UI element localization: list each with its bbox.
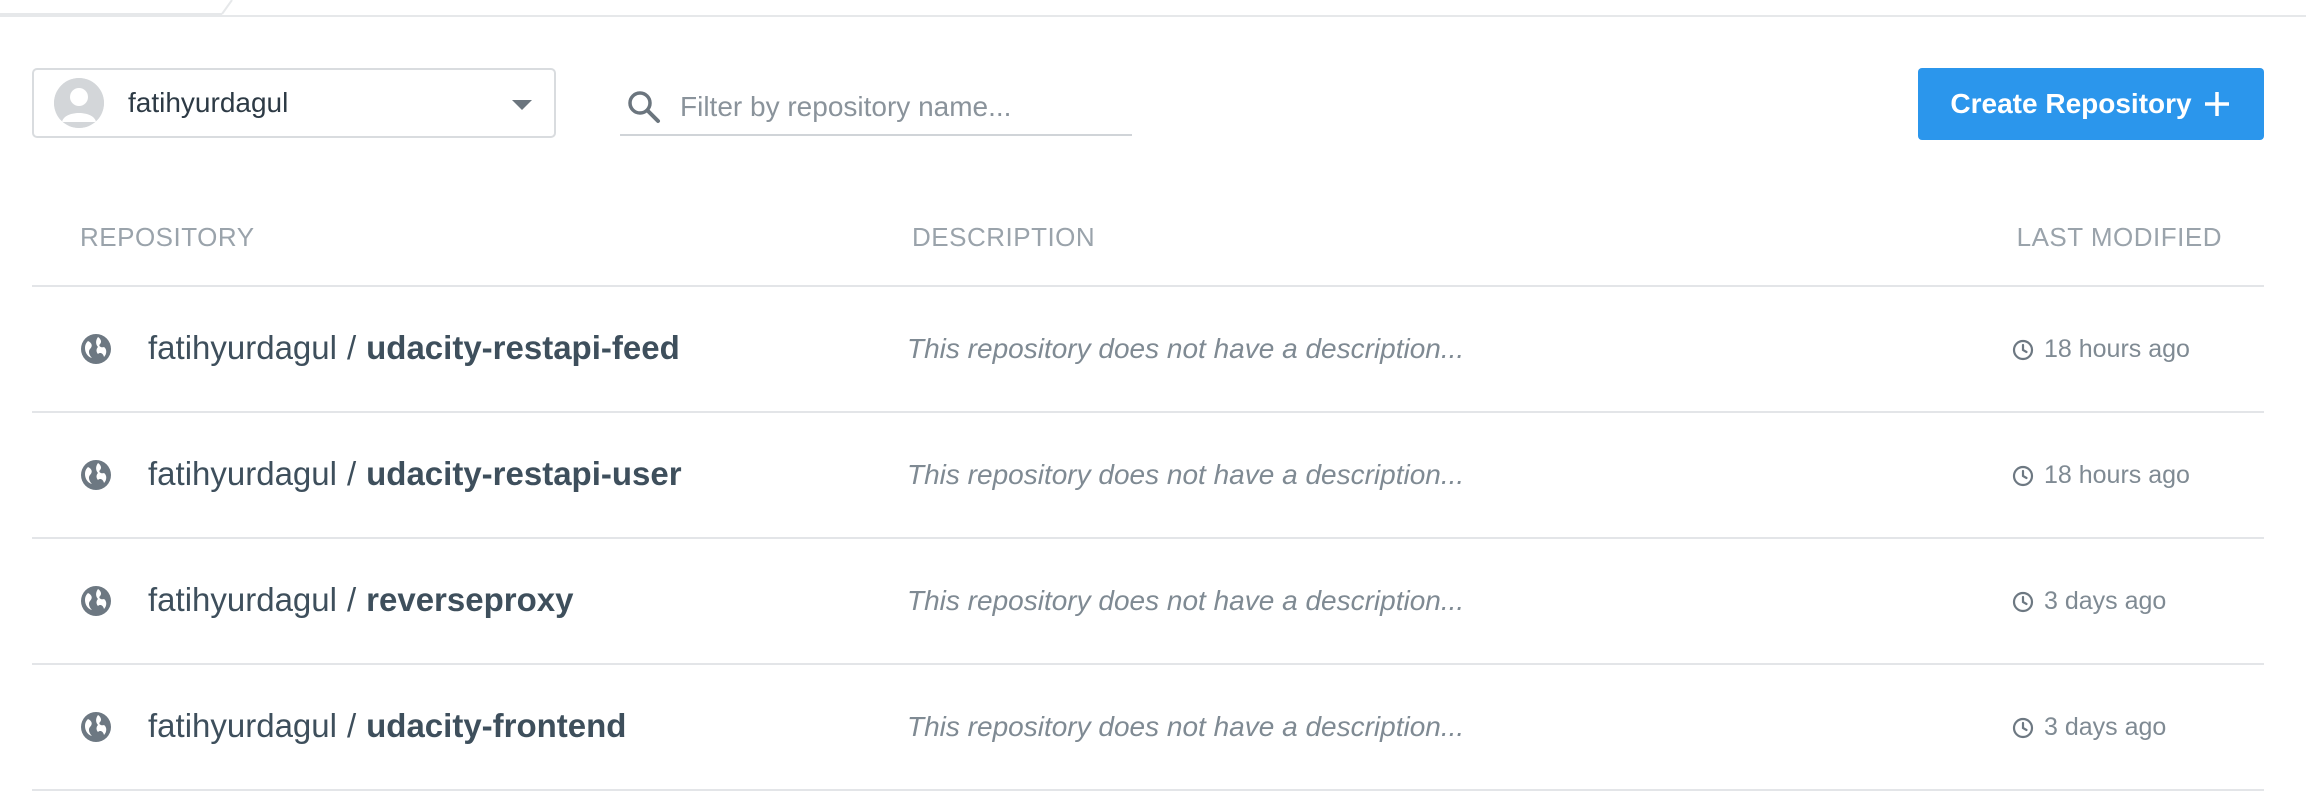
- create-repository-label: Create Repository: [1950, 88, 2192, 119]
- globe-icon: [81, 586, 111, 616]
- plus-icon: [2204, 92, 2229, 116]
- create-repository-button[interactable]: Create Repository: [1918, 68, 2264, 140]
- repository-description: This repository does not have a descript…: [907, 585, 1465, 616]
- repository-table: REPOSITORY DESCRIPTION LAST MODIFIED fat…: [32, 200, 2264, 791]
- globe-icon: [81, 334, 111, 364]
- clock-icon: [2012, 591, 2034, 612]
- clock-icon: [2012, 717, 2034, 738]
- repository-description: This repository does not have a descript…: [907, 711, 1465, 742]
- table-row[interactable]: fatihyurdagul / reverseproxy This reposito…: [32, 539, 2264, 665]
- repository-name-link[interactable]: fatihyurdagul / udacity-restapi-user: [148, 455, 682, 493]
- column-header-last-modified[interactable]: LAST MODIFIED: [2017, 222, 2222, 253]
- path-separator: /: [346, 455, 357, 492]
- repository-filter: [620, 80, 1132, 136]
- table-row[interactable]: fatihyurdagul / udacity-restapi-feed This …: [32, 287, 2264, 413]
- repository-description: This repository does not have a descript…: [907, 459, 1465, 490]
- repository-name-link[interactable]: fatihyurdagul / udacity-restapi-feed: [148, 329, 680, 367]
- path-separator: /: [346, 581, 357, 618]
- table-row[interactable]: fatihyurdagul / udacity-restapi-user This …: [32, 413, 2264, 539]
- repository-name: reverseproxy: [366, 581, 574, 618]
- last-modified-text: 3 days ago: [2044, 587, 2167, 615]
- column-header-description[interactable]: DESCRIPTION: [912, 222, 1095, 253]
- user-avatar-icon: [54, 78, 104, 128]
- repository-namespace: fatihyurdagul: [148, 581, 337, 618]
- last-modified-text: 18 hours ago: [2044, 335, 2190, 363]
- globe-icon: [81, 712, 111, 742]
- path-separator: /: [346, 329, 357, 366]
- repository-namespace: fatihyurdagul: [148, 329, 337, 366]
- repository-namespace: fatihyurdagul: [148, 455, 337, 492]
- path-separator: /: [346, 707, 357, 744]
- top-tab-strip: [0, 0, 2306, 17]
- search-input[interactable]: [678, 90, 1122, 124]
- last-modified-text: 18 hours ago: [2044, 461, 2190, 489]
- search-icon: [628, 91, 660, 123]
- clock-icon: [2012, 465, 2034, 486]
- repository-name: udacity-restapi-user: [366, 455, 682, 492]
- last-modified-text: 3 days ago: [2044, 713, 2167, 741]
- namespace-select[interactable]: fatihyurdagul: [32, 68, 556, 138]
- last-modified: 18 hours ago: [2012, 335, 2190, 364]
- repository-name-link[interactable]: fatihyurdagul / reverseproxy: [148, 581, 573, 619]
- namespace-label: fatihyurdagul: [128, 87, 289, 118]
- repository-name: udacity-frontend: [366, 707, 627, 744]
- last-modified: 3 days ago: [2012, 587, 2166, 616]
- table-header: REPOSITORY DESCRIPTION LAST MODIFIED: [32, 200, 2264, 287]
- repository-description: This repository does not have a descript…: [907, 333, 1465, 364]
- repository-name: udacity-restapi-feed: [366, 329, 680, 366]
- table-row[interactable]: fatihyurdagul / udacity-frontend This repo…: [32, 665, 2264, 791]
- chevron-down-icon: [512, 100, 532, 110]
- last-modified: 18 hours ago: [2012, 461, 2190, 490]
- globe-icon: [81, 460, 111, 490]
- tab-edge: [0, 0, 235, 15]
- repository-name-link[interactable]: fatihyurdagul / udacity-frontend: [148, 707, 626, 745]
- clock-icon: [2012, 339, 2034, 360]
- last-modified: 3 days ago: [2012, 713, 2166, 742]
- repository-namespace: fatihyurdagul: [148, 707, 337, 744]
- column-header-repository[interactable]: REPOSITORY: [80, 222, 255, 253]
